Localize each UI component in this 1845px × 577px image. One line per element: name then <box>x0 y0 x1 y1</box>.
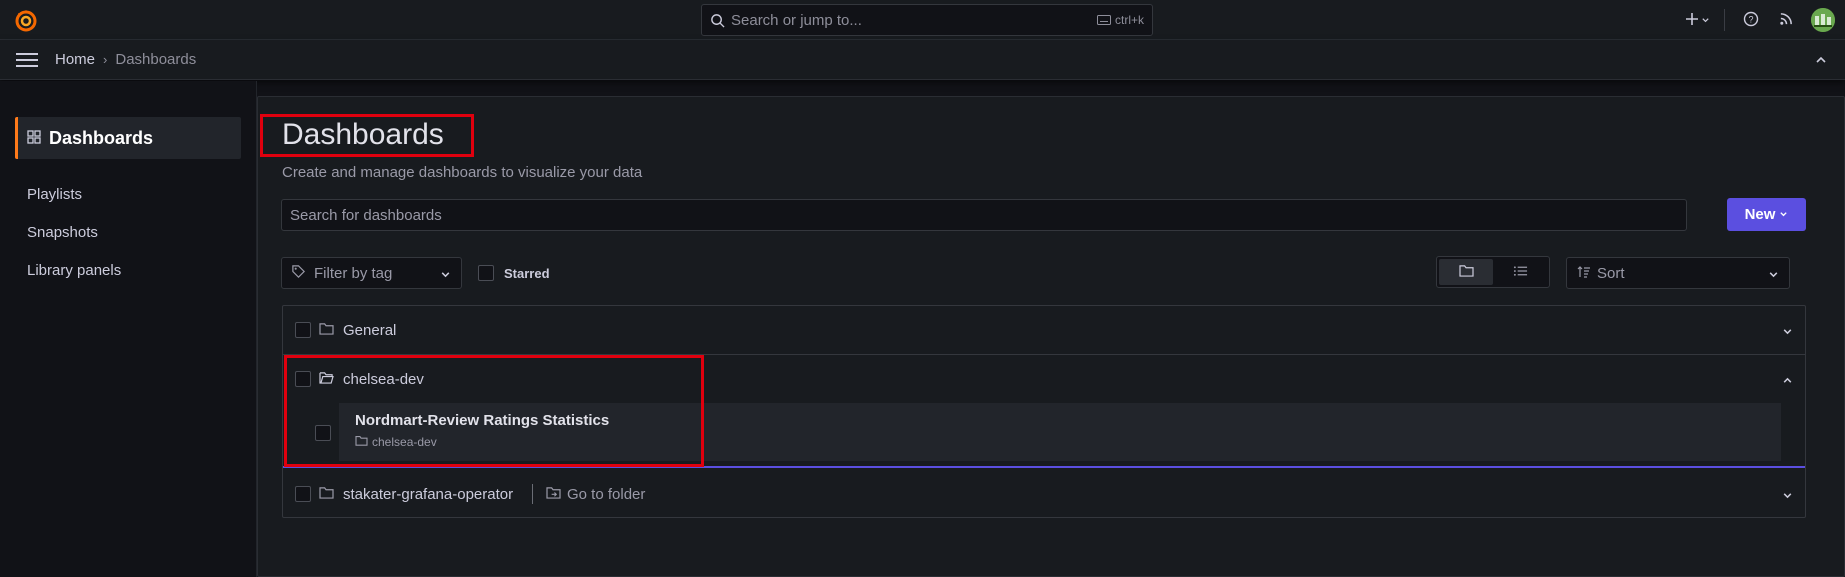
go-to-folder-label: Go to folder <box>567 485 646 503</box>
help-button[interactable]: ? <box>1735 0 1767 40</box>
folder-icon <box>319 486 334 502</box>
starred-filter[interactable]: Starred <box>478 265 550 281</box>
filter-by-tag-select[interactable]: Filter by tag <box>281 257 462 289</box>
highlight-box-title <box>260 114 474 157</box>
folder-icon <box>319 322 334 338</box>
folder-name: General <box>343 321 397 339</box>
top-bar: Search or jump to... ctrl+k ? <box>0 0 1845 40</box>
breadcrumb-home[interactable]: Home <box>55 51 95 68</box>
search-icon <box>710 13 725 31</box>
starred-checkbox[interactable] <box>478 265 494 281</box>
search-placeholder: Search or jump to... <box>731 12 862 29</box>
new-button-label: New <box>1744 206 1776 223</box>
folder-checkbox[interactable] <box>295 322 311 338</box>
breadcrumb: Home › Dashboards <box>55 51 196 68</box>
sidebar-item-snapshots[interactable]: Snapshots <box>27 224 98 241</box>
go-to-folder-link[interactable]: Go to folder <box>546 486 645 503</box>
folder-view-button[interactable] <box>1439 259 1493 285</box>
chevron-down-icon <box>1768 267 1779 284</box>
highlight-box-folder <box>284 355 704 467</box>
search-bar[interactable]: Search or jump to... ctrl+k <box>701 4 1153 36</box>
menu-toggle-button[interactable] <box>16 53 38 67</box>
folder-row-stakater-grafana-operator[interactable]: stakater-grafana-operator Go to folder <box>283 470 1805 518</box>
folder-arrow-icon <box>546 486 561 503</box>
help-icon: ? <box>1743 11 1759 30</box>
folder-checkbox[interactable] <box>295 486 311 502</box>
hamburger-icon-line <box>16 59 38 61</box>
folder-name: stakater-grafana-operator <box>343 485 514 503</box>
sidebar-item-label: Dashboards <box>49 127 154 148</box>
list-icon <box>1513 264 1528 280</box>
divider <box>532 484 533 504</box>
filter-by-tag-label: Filter by tag <box>314 264 393 282</box>
keyboard-icon <box>1096 15 1111 25</box>
chevron-down-icon <box>1782 324 1793 340</box>
new-button[interactable]: New <box>1727 198 1806 231</box>
breadcrumb-separator: › <box>103 52 108 67</box>
sidebar-item-playlists[interactable]: Playlists <box>27 186 82 203</box>
shortcut-text: ctrl+k <box>1114 13 1144 27</box>
breadcrumb-bar: Home › Dashboards <box>0 40 1845 80</box>
add-new-button[interactable] <box>1680 0 1714 40</box>
chevron-up-icon <box>1782 373 1793 389</box>
apps-icon <box>27 129 41 147</box>
grafana-logo-icon[interactable] <box>14 9 38 33</box>
divider <box>1724 9 1725 31</box>
svg-text:?: ? <box>1748 14 1753 24</box>
user-avatar[interactable] <box>1811 8 1835 32</box>
folder-icon <box>1458 264 1474 280</box>
page-subtitle: Create and manage dashboards to visualiz… <box>282 164 643 181</box>
news-button[interactable] <box>1767 0 1805 40</box>
chevron-down-icon <box>1782 488 1793 504</box>
tag-icon <box>291 264 306 283</box>
view-toggle <box>1436 256 1550 288</box>
starred-label: Starred <box>504 265 550 281</box>
top-right-actions: ? <box>1680 0 1845 40</box>
sidebar-item-library-panels[interactable]: Library panels <box>27 262 121 279</box>
plus-icon <box>1685 12 1699 29</box>
hamburger-icon-line <box>16 65 38 67</box>
hamburger-icon-line <box>16 53 38 55</box>
chevron-down-icon <box>1779 206 1788 223</box>
chevron-down-icon <box>440 267 451 284</box>
rss-icon <box>1779 11 1794 29</box>
sort-label: Sort <box>1597 264 1625 282</box>
collapse-button[interactable] <box>1815 53 1827 69</box>
sort-select[interactable]: Sort <box>1566 257 1790 289</box>
list-view-button[interactable] <box>1493 259 1547 285</box>
sidebar-item-dashboards[interactable]: Dashboards <box>15 117 241 159</box>
chevron-up-icon <box>1815 53 1827 69</box>
dashboard-search-input[interactable]: Search for dashboards <box>281 199 1687 231</box>
folder-row-general[interactable]: General <box>283 306 1805 354</box>
sidebar: Dashboards Playlists Snapshots Library p… <box>0 81 257 577</box>
breadcrumb-current: Dashboards <box>115 51 197 68</box>
sort-icon <box>1577 265 1591 282</box>
chevron-down-icon <box>1701 12 1710 28</box>
keyboard-shortcut: ctrl+k <box>1096 13 1144 27</box>
